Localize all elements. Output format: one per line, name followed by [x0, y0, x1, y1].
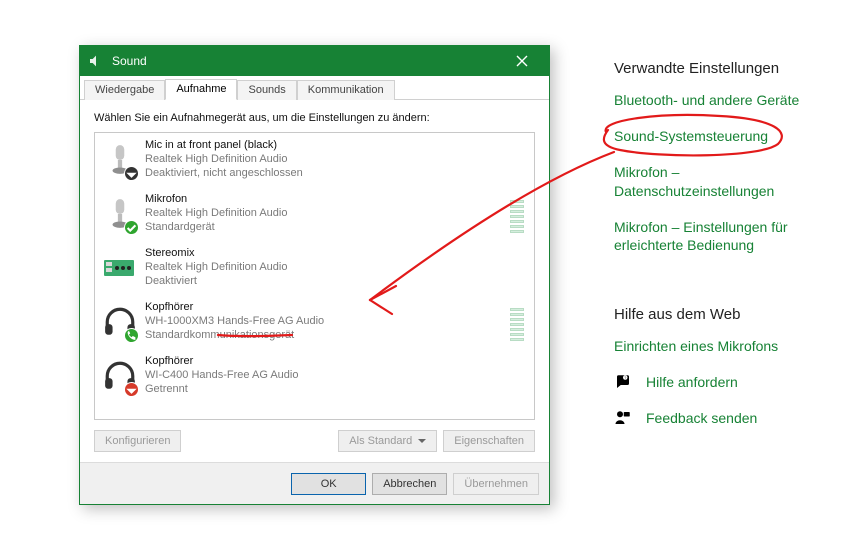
sound-window-icon: [88, 53, 104, 69]
svg-text:?: ?: [624, 376, 626, 380]
instruction-text: Wählen Sie ein Aufnahmegerät aus, um die…: [94, 112, 535, 124]
microphone-icon: [101, 193, 139, 235]
device-driver: WI-C400 Hands-Free AG Audio: [145, 369, 528, 383]
headphones-icon: [101, 355, 139, 397]
web-help-heading: Hilfe aus dem Web: [614, 306, 824, 323]
related-settings-heading: Verwandte Einstellungen: [614, 60, 824, 77]
tab-recording[interactable]: Aufnahme: [165, 79, 237, 100]
device-row[interactable]: Mikrofon Realtek High Definition Audio S…: [95, 187, 534, 241]
send-feedback-label: Feedback senden: [646, 410, 757, 426]
sound-dialog: Sound Wiedergabe Aufnahme Sounds Kommuni…: [79, 45, 550, 505]
dialog-footer: OK Abbrechen Übernehmen: [80, 462, 549, 504]
device-status: Standardgerät: [145, 221, 504, 235]
device-name: Stereomix: [145, 247, 528, 261]
get-help-label: Hilfe anfordern: [646, 374, 738, 390]
link-setup-microphone[interactable]: Einrichten eines Mikrofons: [614, 337, 824, 355]
device-status: Getrennt: [145, 383, 528, 397]
checkmark-badge-icon: [124, 220, 139, 235]
titlebar: Sound: [80, 46, 549, 76]
device-row[interactable]: Kopfhörer WH-1000XM3 Hands-Free AG Audio…: [95, 295, 534, 349]
device-text: Kopfhörer WI-C400 Hands-Free AG Audio Ge…: [145, 355, 528, 396]
level-meter: [510, 193, 524, 233]
tabstrip: Wiedergabe Aufnahme Sounds Kommunikation: [80, 76, 549, 100]
get-help-link[interactable]: ? Hilfe anfordern: [614, 373, 824, 391]
link-sound-control-panel[interactable]: Sound-Systemsteuerung: [614, 127, 824, 145]
device-driver: Realtek High Definition Audio: [145, 207, 504, 221]
link-mic-ease-of-access[interactable]: Mikrofon – Einstellungen für erleichtert…: [614, 218, 824, 254]
soundcard-icon: [101, 247, 139, 289]
send-feedback-link[interactable]: Feedback senden: [614, 409, 824, 427]
device-text: Mikrofon Realtek High Definition Audio S…: [145, 193, 504, 234]
cancel-button[interactable]: Abbrechen: [372, 473, 447, 495]
device-driver: WH-1000XM3 Hands-Free AG Audio: [145, 315, 504, 329]
device-text: Mic in at front panel (black) Realtek Hi…: [145, 139, 528, 180]
device-text: Stereomix Realtek High Definition Audio …: [145, 247, 528, 288]
related-settings-pane: Verwandte Einstellungen Bluetooth- und a…: [614, 60, 824, 427]
device-name: Mic in at front panel (black): [145, 139, 528, 153]
link-bluetooth-devices[interactable]: Bluetooth- und andere Geräte: [614, 91, 824, 109]
configure-button[interactable]: Konfigurieren: [94, 430, 181, 452]
device-status: Standardkommunikationsgerät: [145, 329, 504, 343]
window-title: Sound: [112, 54, 501, 68]
device-driver: Realtek High Definition Audio: [145, 261, 528, 275]
apply-button[interactable]: Übernehmen: [453, 473, 539, 495]
arrow-down-badge-icon: [124, 382, 139, 397]
device-action-buttons: Konfigurieren Als Standard Eigenschaften: [94, 430, 535, 452]
device-name: Kopfhörer: [145, 301, 504, 315]
chat-bubble-icon: ?: [614, 373, 632, 391]
level-meter: [510, 301, 524, 341]
tab-sounds[interactable]: Sounds: [237, 80, 296, 100]
tab-communication[interactable]: Kommunikation: [297, 80, 395, 100]
device-list: Mic in at front panel (black) Realtek Hi…: [94, 132, 535, 420]
microphone-icon: [101, 139, 139, 181]
device-row[interactable]: Mic in at front panel (black) Realtek Hi…: [95, 133, 534, 187]
dialog-body: Wählen Sie ein Aufnahmegerät aus, um die…: [80, 100, 549, 462]
device-row[interactable]: Stereomix Realtek High Definition Audio …: [95, 241, 534, 295]
device-status: Deaktiviert: [145, 275, 528, 289]
phone-badge-icon: [124, 328, 139, 343]
properties-button[interactable]: Eigenschaften: [443, 430, 535, 452]
device-name: Mikrofon: [145, 193, 504, 207]
ok-button[interactable]: OK: [291, 473, 366, 495]
close-button[interactable]: [501, 46, 543, 76]
tab-playback[interactable]: Wiedergabe: [84, 80, 165, 100]
device-text: Kopfhörer WH-1000XM3 Hands-Free AG Audio…: [145, 301, 504, 342]
arrow-down-badge-icon: [124, 166, 139, 181]
set-default-button[interactable]: Als Standard: [338, 430, 437, 452]
device-row[interactable]: Kopfhörer WI-C400 Hands-Free AG Audio Ge…: [95, 349, 534, 403]
device-status: Deaktiviert, nicht angeschlossen: [145, 167, 528, 181]
device-name: Kopfhörer: [145, 355, 528, 369]
device-driver: Realtek High Definition Audio: [145, 153, 528, 167]
link-mic-privacy[interactable]: Mikrofon – Datenschutzeinstellungen: [614, 163, 824, 199]
headphones-icon: [101, 301, 139, 343]
feedback-person-icon: [614, 409, 632, 427]
